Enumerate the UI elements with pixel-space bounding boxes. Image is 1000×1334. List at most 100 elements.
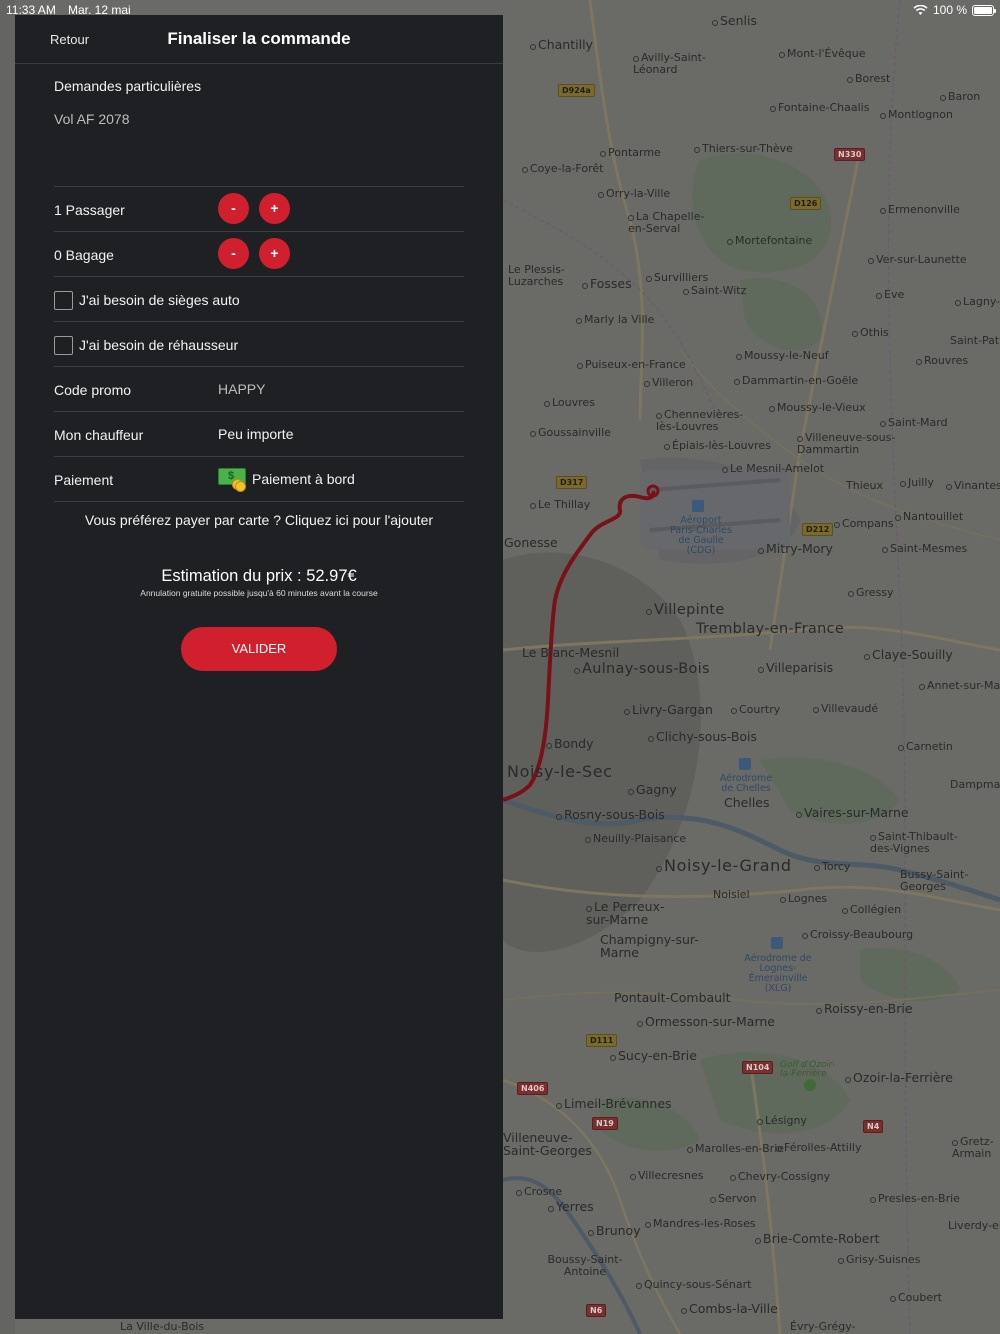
map-label: Lésigny — [757, 1115, 807, 1127]
status-bar: 11:33 AM Mar. 12 mai 100 % — [0, 0, 1000, 20]
luggage-row: 0 Bagage - + — [54, 231, 464, 276]
map-label: Servon — [710, 1193, 756, 1205]
map-label: Villeneuve-Saint-Georges — [503, 1130, 592, 1159]
map-label: Mortefontaine — [727, 235, 812, 247]
driver-row[interactable]: Mon chauffeur Peu importe — [54, 411, 464, 456]
map-label: Saint-Witz — [683, 285, 746, 297]
wifi-icon — [913, 4, 928, 15]
map-label: Ver-sur-Launette — [868, 254, 967, 266]
map-label: Roissy-en-Brie — [816, 1002, 913, 1015]
road-badge: N330 — [834, 148, 866, 161]
map-label: Livry-Gargan — [624, 703, 713, 716]
map-label: Boussy-Saint-Antoine — [547, 1253, 623, 1278]
map-label: Villepinte — [646, 602, 725, 618]
map-label: Golf d'Ozoir-la-Ferrière — [780, 1060, 836, 1080]
map-label: Limeil-Brévannes — [556, 1097, 672, 1110]
cash-icon: $ — [218, 468, 247, 492]
child-seat-checkbox[interactable] — [54, 291, 73, 310]
map-label: Lagny- — [955, 296, 1000, 308]
map-label: Bussy-Saint-Georges — [900, 868, 969, 893]
cancellation-note: Annulation gratuite possible jusqu'à 60 … — [140, 588, 378, 598]
road-badge: D924a — [558, 84, 595, 97]
map-label: Ermenonville — [880, 204, 960, 216]
map-label: Survilliers — [646, 272, 708, 284]
map-label: Chelles — [724, 795, 770, 810]
map-label: Vinantes — [946, 480, 1000, 492]
map-label: Eve — [876, 289, 904, 301]
map-label: Compans — [834, 518, 894, 530]
map-label: Chevry-Cossigny — [730, 1171, 830, 1183]
payment-row[interactable]: Paiement $ Paiement à bord — [54, 456, 464, 502]
map-label: Noisy-le-Sec — [507, 762, 613, 781]
map-label: Othis — [852, 327, 889, 339]
map-label: Coye-la-Forêt — [522, 163, 603, 175]
road-badge: D212 — [802, 523, 834, 536]
map-label: Presles-en-Brie — [870, 1193, 960, 1205]
special-requests-label: Demandes particulières — [54, 78, 202, 94]
map-label: Torcy — [814, 861, 850, 873]
booster-label: J'ai besoin de réhausseur — [79, 337, 239, 353]
map-label: Coubert — [890, 1292, 942, 1304]
map-label: Fontaine-Chaalis — [770, 102, 869, 114]
map-label: Mitry-Mory — [758, 542, 833, 555]
payment-method[interactable]: Paiement à bord — [252, 471, 355, 487]
map-label: Mont-l'Évêque — [779, 48, 866, 60]
passengers-plus-button[interactable]: + — [259, 193, 290, 224]
promo-code-field[interactable]: HAPPY — [218, 381, 265, 397]
validate-button[interactable]: VALIDER — [181, 627, 337, 671]
map-label: Collégien — [842, 904, 901, 916]
status-indicators: 100 % — [913, 3, 996, 17]
map-label: Baron — [940, 91, 980, 103]
map-label: Aérodrome de Lognes-Émerainville (XLG) — [744, 953, 812, 994]
road-badge: N6 — [586, 1304, 607, 1317]
road-badge: N104 — [742, 1061, 774, 1074]
map-label: Villeneuve-sous-Dammartin — [797, 432, 907, 455]
map-label: Puiseux-en-France — [577, 359, 686, 371]
map-label: Yerres — [548, 1200, 594, 1213]
luggage-minus-button[interactable]: - — [218, 238, 249, 269]
road-badge: D317 — [556, 476, 588, 489]
status-date: Mar. 12 mai — [68, 3, 131, 17]
map-label: Brunoy — [588, 1224, 641, 1237]
map-label: Le Thillay — [530, 499, 590, 511]
map-label: Mandres-les-Roses — [645, 1218, 756, 1230]
map-label: Avilly-Saint-Léonard — [633, 52, 713, 75]
map-label: Saint-Pat — [950, 334, 1000, 347]
map-label: Annet-sur-Ma — [919, 680, 1000, 692]
map-label: Marly la Ville — [576, 314, 654, 326]
booster-checkbox[interactable] — [54, 336, 73, 355]
passengers-label: 1 Passager — [54, 202, 125, 218]
map-label: Montlognon — [880, 109, 953, 121]
map-label: Crosne — [516, 1186, 562, 1198]
luggage-plus-button[interactable]: + — [259, 238, 290, 269]
map-label: Bondy — [546, 737, 593, 750]
map-label: Grisy-Suisnes — [838, 1254, 920, 1266]
passengers-minus-button[interactable]: - — [218, 193, 249, 224]
booster-row[interactable]: J'ai besoin de réhausseur — [54, 321, 464, 366]
add-card-link[interactable]: Vous préférez payer par carte ? Cliquez … — [15, 512, 503, 528]
map-label: Évry-Grégy- — [790, 1320, 856, 1333]
map-label: Chennevières-lès-Louvres — [656, 409, 751, 432]
road-badge: N406 — [517, 1082, 549, 1095]
driver-selector[interactable]: Peu importe — [218, 426, 293, 442]
map-label: Noisiel — [713, 888, 750, 901]
map-label: Champigny-sur-Marne — [600, 932, 699, 961]
battery-percent: 100 % — [932, 3, 967, 17]
passengers-row: 1 Passager - + — [54, 186, 464, 231]
map-label: Lognes — [780, 893, 827, 905]
road-badge: N19 — [592, 1117, 618, 1130]
map-label: Le Blanc-Mesnil — [522, 645, 620, 660]
map-label: Noisy-le-Grand — [656, 857, 792, 875]
promo-row[interactable]: Code promo HAPPY — [54, 366, 464, 411]
road-badge: D126 — [790, 197, 822, 210]
status-time: 11:33 AM — [6, 3, 56, 17]
child-seat-row[interactable]: J'ai besoin de sièges auto — [54, 276, 464, 321]
map-label: Thieux — [846, 479, 883, 492]
map-label: Pontarme — [600, 147, 661, 159]
map-label: Quincy-sous-Sénart — [636, 1279, 751, 1291]
map-label: Chantilly — [530, 38, 593, 51]
page-title: Finaliser la commande — [167, 29, 351, 48]
special-requests-field[interactable]: Vol AF 2078 — [54, 111, 130, 127]
map-label: La Ville-du-Bois — [120, 1320, 205, 1333]
map-label: Fosses — [582, 277, 632, 290]
